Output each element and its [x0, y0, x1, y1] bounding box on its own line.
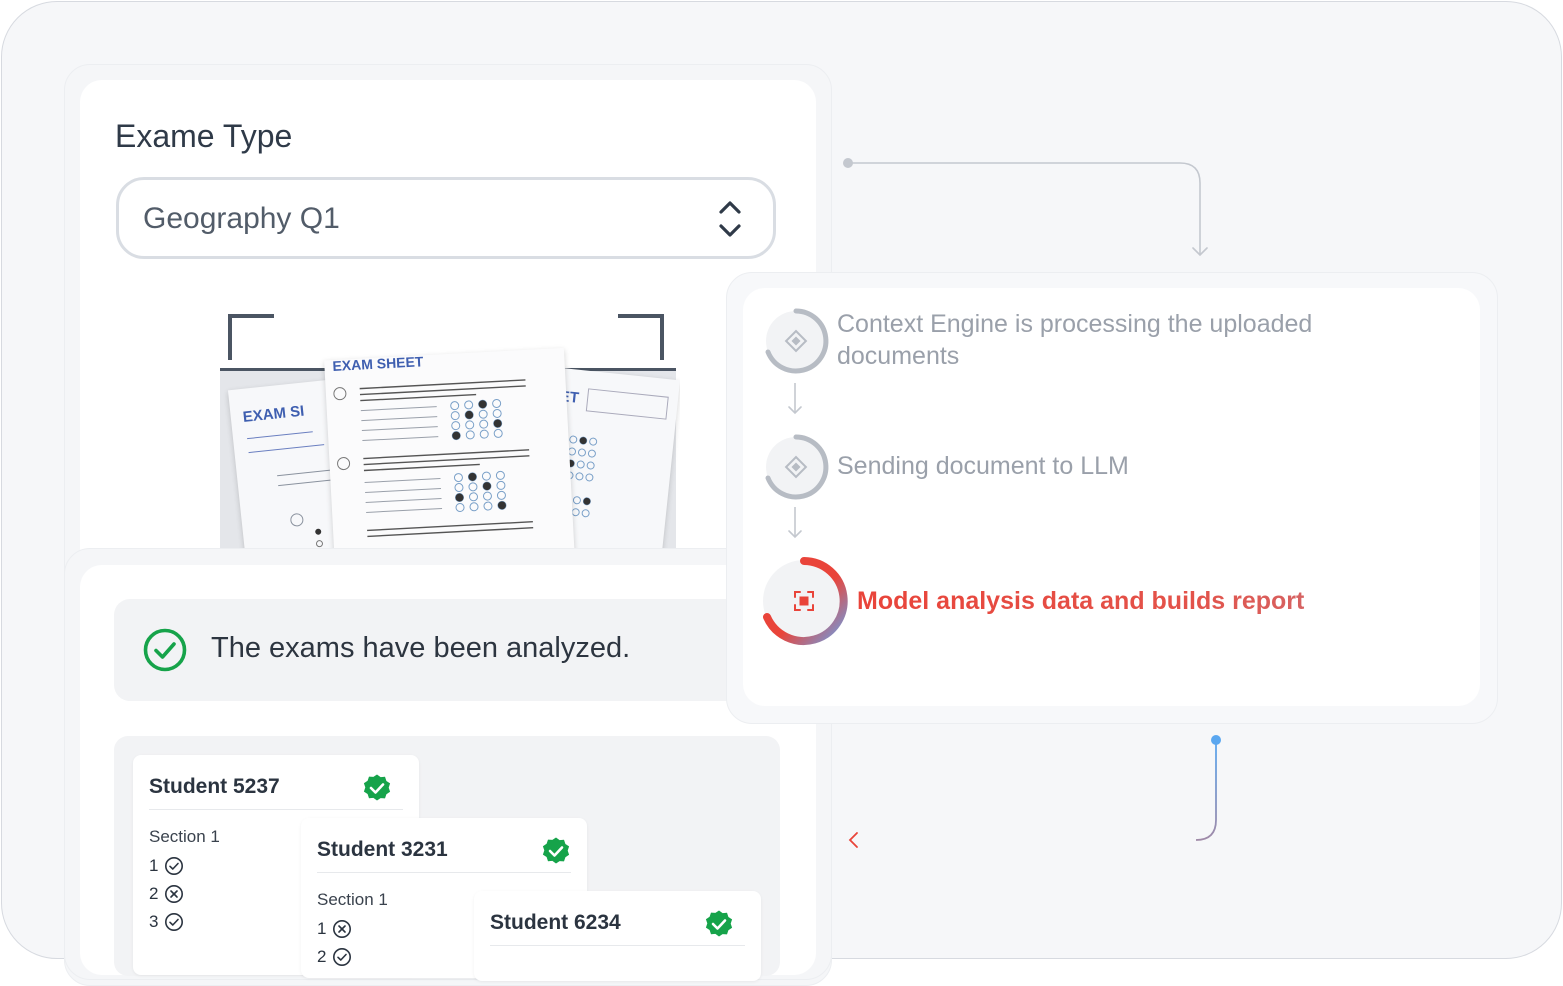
flow-connector-bottom	[848, 735, 1221, 848]
scan-frame-corner	[228, 314, 274, 360]
exam-type-label: Exame Type	[115, 118, 293, 154]
card-divider	[149, 809, 403, 810]
analysis-complete-notice: The exams have been analyzed.	[114, 599, 814, 701]
section-label: Section 1	[317, 890, 388, 909]
correct-icon	[165, 913, 184, 931]
correct-icon	[333, 948, 352, 966]
step-arrow-down	[788, 507, 802, 539]
wrong-icon	[165, 885, 184, 903]
answer-row: 1	[149, 856, 184, 876]
exam-type-select[interactable]: Geography Q1	[116, 177, 776, 259]
select-updown-icon	[719, 201, 741, 237]
answer-row: 2	[149, 884, 184, 904]
verified-badge-icon	[705, 910, 733, 937]
question-number: 1	[149, 856, 159, 875]
answer-row: 2	[317, 947, 352, 967]
answer-row: 1	[317, 919, 352, 939]
processing-step-text: Context Engine is processing the uploade…	[837, 310, 1313, 370]
answer-row: 3	[149, 912, 184, 932]
question-number: 3	[149, 912, 159, 931]
processing-step-icon	[765, 308, 829, 374]
card-divider	[317, 872, 571, 873]
active-step-text: Model analysis data and builds report	[857, 585, 1417, 617]
step-arrow-down	[788, 383, 802, 415]
exam-sheet-scan-preview: EXAM SI EET	[220, 312, 680, 550]
verified-badge-icon	[363, 774, 391, 801]
verified-badge-icon	[542, 837, 570, 864]
question-number: 2	[149, 884, 159, 903]
wrong-icon	[333, 920, 352, 938]
active-step-progress-icon	[763, 557, 848, 645]
exam-type-selected-value: Geography Q1	[143, 202, 340, 235]
student-card[interactable]: Student 6234	[474, 891, 761, 981]
processing-step-text: Sending document to LLM	[837, 452, 1129, 480]
scan-frame-corner	[618, 314, 664, 360]
processing-step-icon	[765, 434, 829, 500]
question-number: 2	[317, 947, 327, 966]
card-divider	[490, 945, 745, 946]
student-name: Student 3231	[317, 838, 448, 861]
student-name: Student 5237	[149, 775, 280, 798]
exam-sheet-front: EXAM SHEET	[324, 347, 576, 550]
flow-connector-top	[843, 158, 1208, 257]
section-label: Section 1	[149, 827, 220, 846]
student-name: Student 6234	[490, 911, 621, 934]
correct-icon	[165, 857, 184, 875]
check-circle-icon	[143, 628, 187, 672]
question-number: 1	[317, 919, 327, 938]
analysis-complete-text: The exams have been analyzed.	[211, 632, 631, 664]
sheet-questions	[333, 379, 534, 538]
